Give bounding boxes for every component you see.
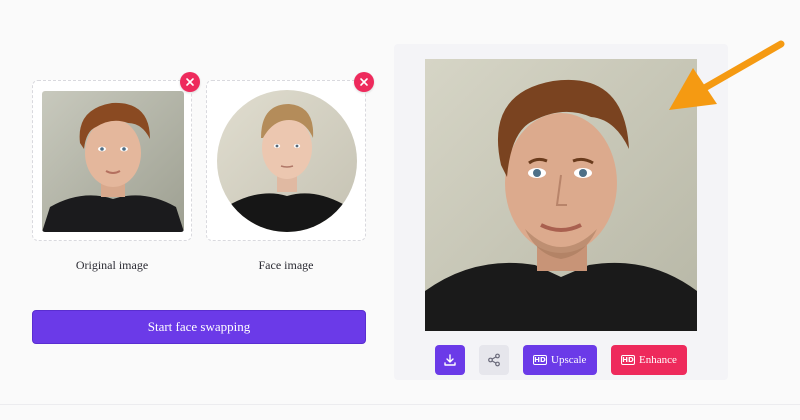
share-button[interactable] <box>479 345 509 375</box>
upscale-label: Upscale <box>551 354 587 366</box>
face-image-thumbnail <box>217 90 357 232</box>
face-image-caption: Face image <box>258 258 314 272</box>
face-image-card[interactable] <box>206 72 374 241</box>
start-face-swap-button[interactable]: Start face swapping <box>32 310 366 344</box>
original-image-card[interactable] <box>32 72 200 241</box>
footer-divider <box>0 404 800 405</box>
remove-face-button[interactable] <box>354 72 374 92</box>
upscale-button[interactable]: HD Upscale <box>523 345 597 375</box>
hd-icon: HD <box>621 355 635 365</box>
download-icon <box>444 354 456 366</box>
remove-original-button[interactable] <box>180 72 200 92</box>
original-image-caption: Original image <box>75 258 149 272</box>
result-action-bar: HD Upscale HD Enhance <box>435 345 687 375</box>
original-image-thumbnail <box>42 91 184 232</box>
hd-icon: HD <box>533 355 547 365</box>
enhance-button[interactable]: HD Enhance <box>611 345 687 375</box>
annotation-arrow-icon <box>669 40 785 110</box>
share-icon <box>488 353 500 367</box>
enhance-label: Enhance <box>639 354 677 366</box>
close-icon <box>186 78 194 86</box>
close-icon <box>360 78 368 86</box>
result-image <box>425 59 697 331</box>
download-button[interactable] <box>435 345 465 375</box>
